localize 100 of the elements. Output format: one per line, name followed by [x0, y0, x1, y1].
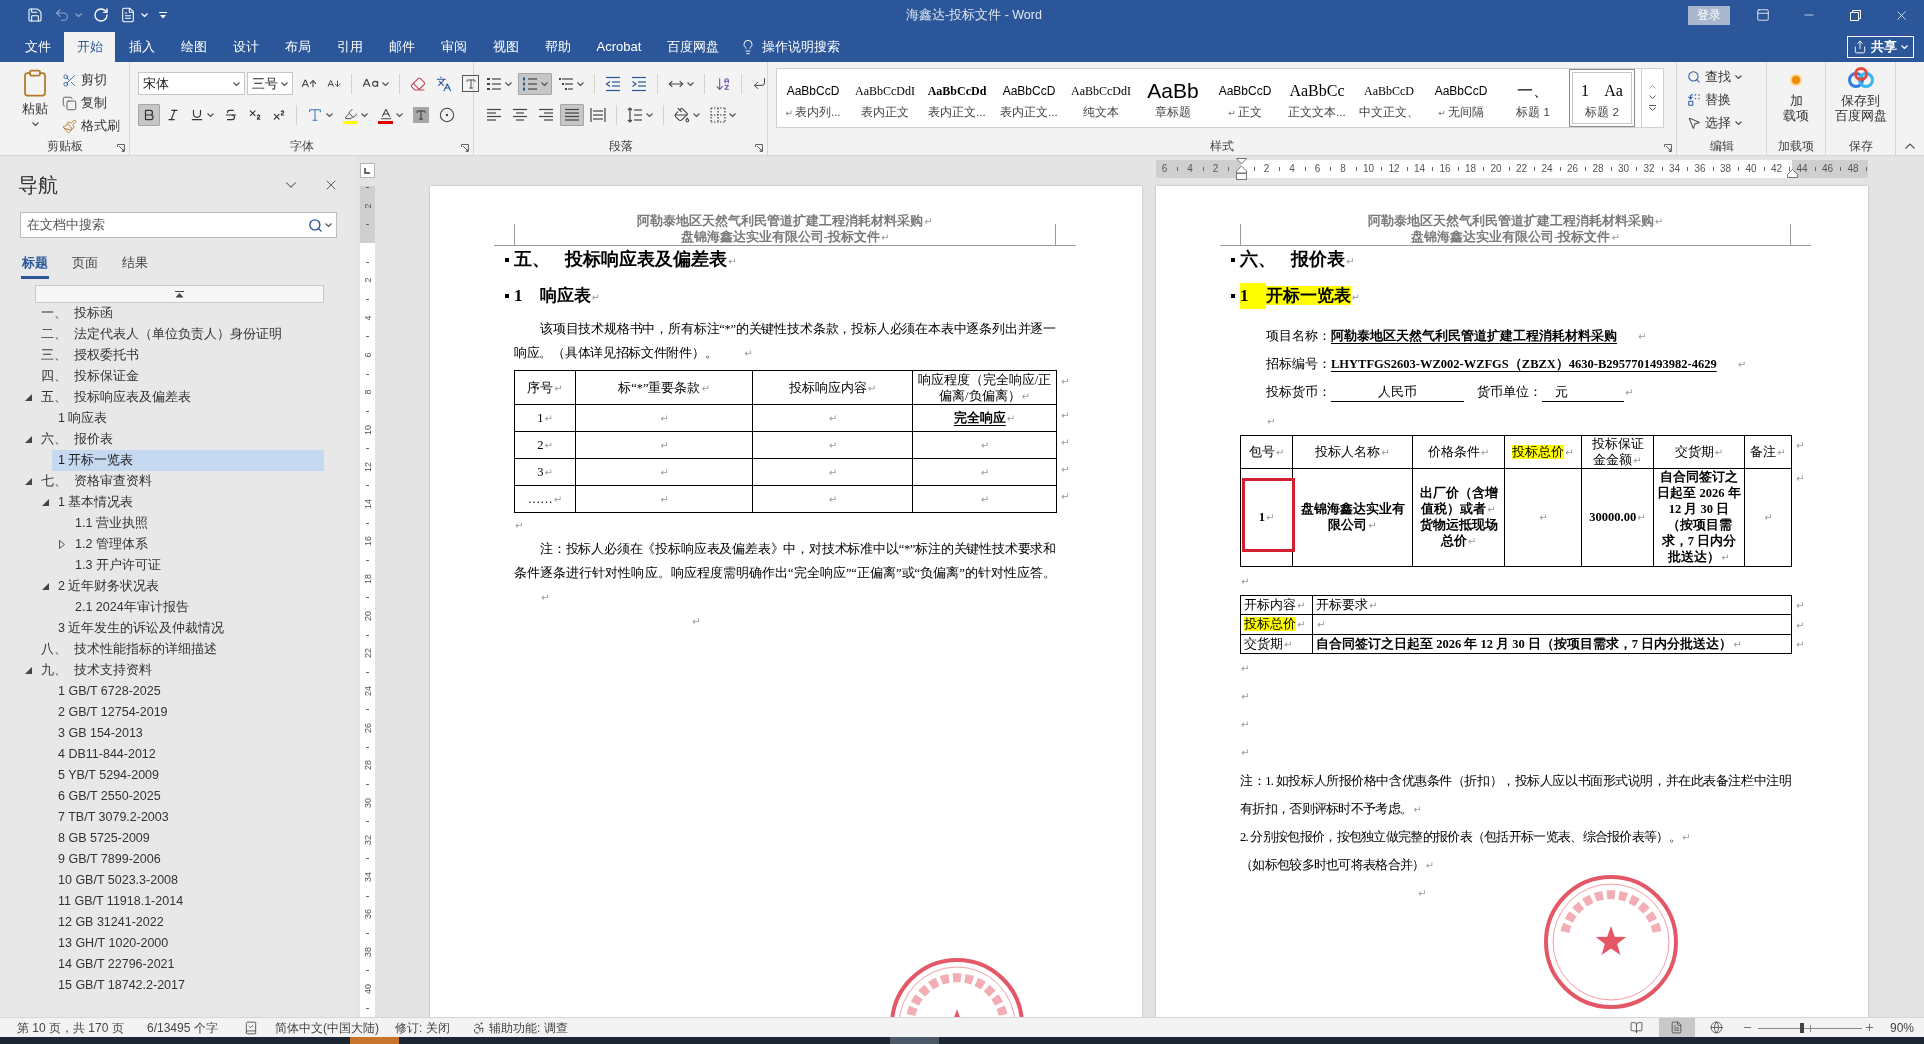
nav-heading[interactable]: 1.3 开户许可证 — [69, 555, 324, 576]
nav-heading[interactable]: 2.1 2024年审计报告 — [69, 597, 324, 618]
nav-heading[interactable]: 3 GB 154-2013 — [52, 723, 324, 744]
nav-heading[interactable]: 14 GB/T 22796-2021 — [52, 954, 324, 975]
style-item[interactable]: AaBb 章标题 — [1137, 69, 1209, 127]
expanded-triangle-icon[interactable] — [41, 583, 49, 590]
track-changes[interactable]: 修订: 关闭 — [395, 1018, 472, 1037]
nav-heading[interactable]: 五、 投标响应表及偏差表 — [35, 387, 324, 408]
style-item[interactable]: AaBbCc 正文文本... — [1281, 69, 1353, 127]
launcher-icon[interactable] — [117, 144, 125, 152]
style-item[interactable]: 一、 标题 1 — [1497, 69, 1569, 127]
tab-selector-button[interactable] — [359, 163, 375, 178]
nav-heading[interactable]: 4 DB11-844-2012 — [52, 744, 324, 765]
format-painter-button[interactable]: 格式刷 — [62, 115, 120, 137]
nav-heading[interactable]: 六、 报价表 — [35, 429, 324, 450]
collapsed-triangle-icon[interactable] — [59, 540, 65, 549]
style-item[interactable]: AaBbCcD ↵ 正文 — [1209, 69, 1281, 127]
bold-button[interactable] — [138, 104, 160, 126]
ribbon-tab[interactable]: 开始 — [64, 32, 115, 62]
nav-heading[interactable]: 2 GB/T 12754-2019 — [52, 702, 324, 723]
tell-me-search[interactable]: 操作说明搜索 — [761, 37, 840, 57]
find-button[interactable]: 查找 — [1687, 66, 1766, 88]
style-item[interactable]: AaBbCcDdI 表内正文 — [849, 69, 921, 127]
nav-heading[interactable]: 15 GB/T 18742.2-2017 — [52, 975, 324, 996]
word-count[interactable]: 6/13495 个字 — [147, 1018, 243, 1037]
pane-tab[interactable]: 结果 — [121, 250, 149, 279]
ribbon-tab[interactable]: 设计 — [220, 32, 271, 62]
nav-heading[interactable]: 2 近年财务状况表 — [52, 576, 324, 597]
numbering-button[interactable] — [518, 72, 552, 95]
select-button[interactable]: 选择 — [1687, 112, 1766, 134]
launcher-icon[interactable] — [755, 144, 763, 152]
expanded-triangle-icon[interactable] — [41, 499, 49, 506]
pane-tab[interactable]: 标题 — [21, 250, 49, 279]
nav-heading[interactable]: 七、 资格审查资料 — [35, 471, 324, 492]
zoom-slider[interactable] — [1757, 1021, 1862, 1034]
align-justify-button[interactable] — [560, 104, 584, 126]
indent-marker-icon[interactable] — [1236, 158, 1247, 180]
nav-heading[interactable]: 二、 法定代表人（单位负责人）身份证明 — [35, 324, 324, 345]
style-item[interactable]: AaBbCcD 中文正文、 — [1353, 69, 1425, 127]
nav-heading[interactable]: 1 基本情况表 — [52, 492, 324, 513]
replace-button[interactable]: 替换 — [1687, 89, 1766, 111]
nav-heading[interactable]: 1 GB/T 6728-2025 — [52, 681, 324, 702]
nav-heading[interactable]: 13 GH/T 1020-2000 — [52, 933, 324, 954]
ribbon-tab[interactable]: 百度网盘 — [654, 32, 732, 62]
nav-heading[interactable]: 12 GB 31241-2022 — [52, 912, 324, 933]
ribbon-tab[interactable]: 视图 — [480, 32, 531, 62]
nav-heading[interactable]: 四、 投标保证金 — [35, 366, 324, 387]
nav-heading[interactable]: 9 GB/T 7899-2006 — [52, 849, 324, 870]
nav-heading[interactable]: 1.1 营业执照 — [69, 513, 324, 534]
expanded-triangle-icon[interactable] — [24, 436, 32, 443]
share-button[interactable]: 共享 — [1847, 36, 1914, 58]
nav-heading[interactable]: 一、 投标函 — [35, 303, 324, 324]
copy-button[interactable]: 复制 — [62, 92, 120, 114]
nav-heading[interactable]: 8 GB 5725-2009 — [52, 828, 324, 849]
ribbon-tab[interactable]: 文件 — [12, 32, 63, 62]
style-item[interactable]: AaBbCcD ↵ 无间隔 — [1425, 69, 1497, 127]
nav-heading[interactable]: 1 响应表 — [52, 408, 324, 429]
ribbon-tab[interactable]: 审阅 — [428, 32, 479, 62]
launcher-icon[interactable] — [1664, 144, 1672, 152]
font-size-field[interactable]: 三号 — [247, 72, 293, 95]
ribbon-tab[interactable]: 绘图 — [168, 32, 219, 62]
paste-button[interactable]: 粘贴 — [16, 68, 54, 136]
style-item[interactable]: AaBbCcD 表内正文... — [993, 69, 1065, 127]
save-to-cloud-button[interactable]: 保存到 百度网盘 — [1834, 67, 1887, 135]
page-count[interactable]: 第 10 页，共 170 页 — [17, 1018, 147, 1037]
nav-heading[interactable]: 1 开标一览表 — [52, 450, 324, 471]
add-ins-button[interactable]: 加 载项 — [1783, 74, 1809, 134]
cut-button[interactable]: 剪切 — [62, 69, 120, 91]
nav-heading[interactable]: 7 TB/T 3079.2-2003 — [52, 807, 324, 828]
nav-heading[interactable]: 6 GB/T 2550-2025 — [52, 786, 324, 807]
print-view-button[interactable] — [1658, 1018, 1695, 1037]
style-item[interactable]: 1 Aa 标题 2 — [1569, 69, 1635, 127]
collapse-ribbon-button[interactable] — [1903, 141, 1917, 151]
launcher-icon[interactable] — [461, 144, 469, 152]
style-item[interactable]: AaBbCcDdI 纯文本 — [1065, 69, 1137, 127]
accessibility-button[interactable]: 辅助功能: 调查 — [472, 1018, 568, 1037]
ribbon-tab[interactable]: 插入 — [116, 32, 167, 62]
language[interactable]: 简体中文(中国大陆) — [275, 1018, 395, 1037]
nav-heading[interactable]: 1.2 管理体系 — [69, 534, 324, 555]
nav-heading[interactable]: 八、 技术性能指标的详细描述 — [35, 639, 324, 660]
ribbon-tab[interactable]: 布局 — [272, 32, 323, 62]
zoom-level[interactable]: 90% — [1889, 1018, 1914, 1037]
search-field[interactable]: 在文档中搜索 — [20, 212, 337, 238]
zoom-slider-thumb[interactable] — [1799, 1022, 1804, 1033]
ribbon-tab[interactable]: 引用 — [324, 32, 375, 62]
zoom-in-button[interactable] — [1863, 1021, 1876, 1034]
expanded-triangle-icon[interactable] — [24, 667, 32, 674]
style-item[interactable]: AaBbCcD ↵ 表内列... — [777, 69, 849, 127]
expanded-triangle-icon[interactable] — [24, 394, 32, 401]
ribbon-tab[interactable]: Acrobat — [584, 32, 654, 62]
ribbon-tab[interactable]: 邮件 — [376, 32, 427, 62]
nav-heading[interactable]: 5 YB/T 5294-2009 — [52, 765, 324, 786]
nav-heading[interactable]: 九、 技术支持资料 — [35, 660, 324, 681]
expanded-triangle-icon[interactable] — [24, 478, 32, 485]
nav-heading[interactable]: 三、 授权委托书 — [35, 345, 324, 366]
nav-heading[interactable]: 3 近年发生的诉讼及仲裁情况 — [52, 618, 324, 639]
indent-marker-icon[interactable] — [1787, 169, 1798, 178]
nav-heading[interactable]: 10 GB/T 5023.3-2008 — [52, 870, 324, 891]
ribbon-tab[interactable]: 帮助 — [532, 32, 583, 62]
style-item[interactable]: AaBbCcDd 表内正文... — [921, 69, 993, 127]
